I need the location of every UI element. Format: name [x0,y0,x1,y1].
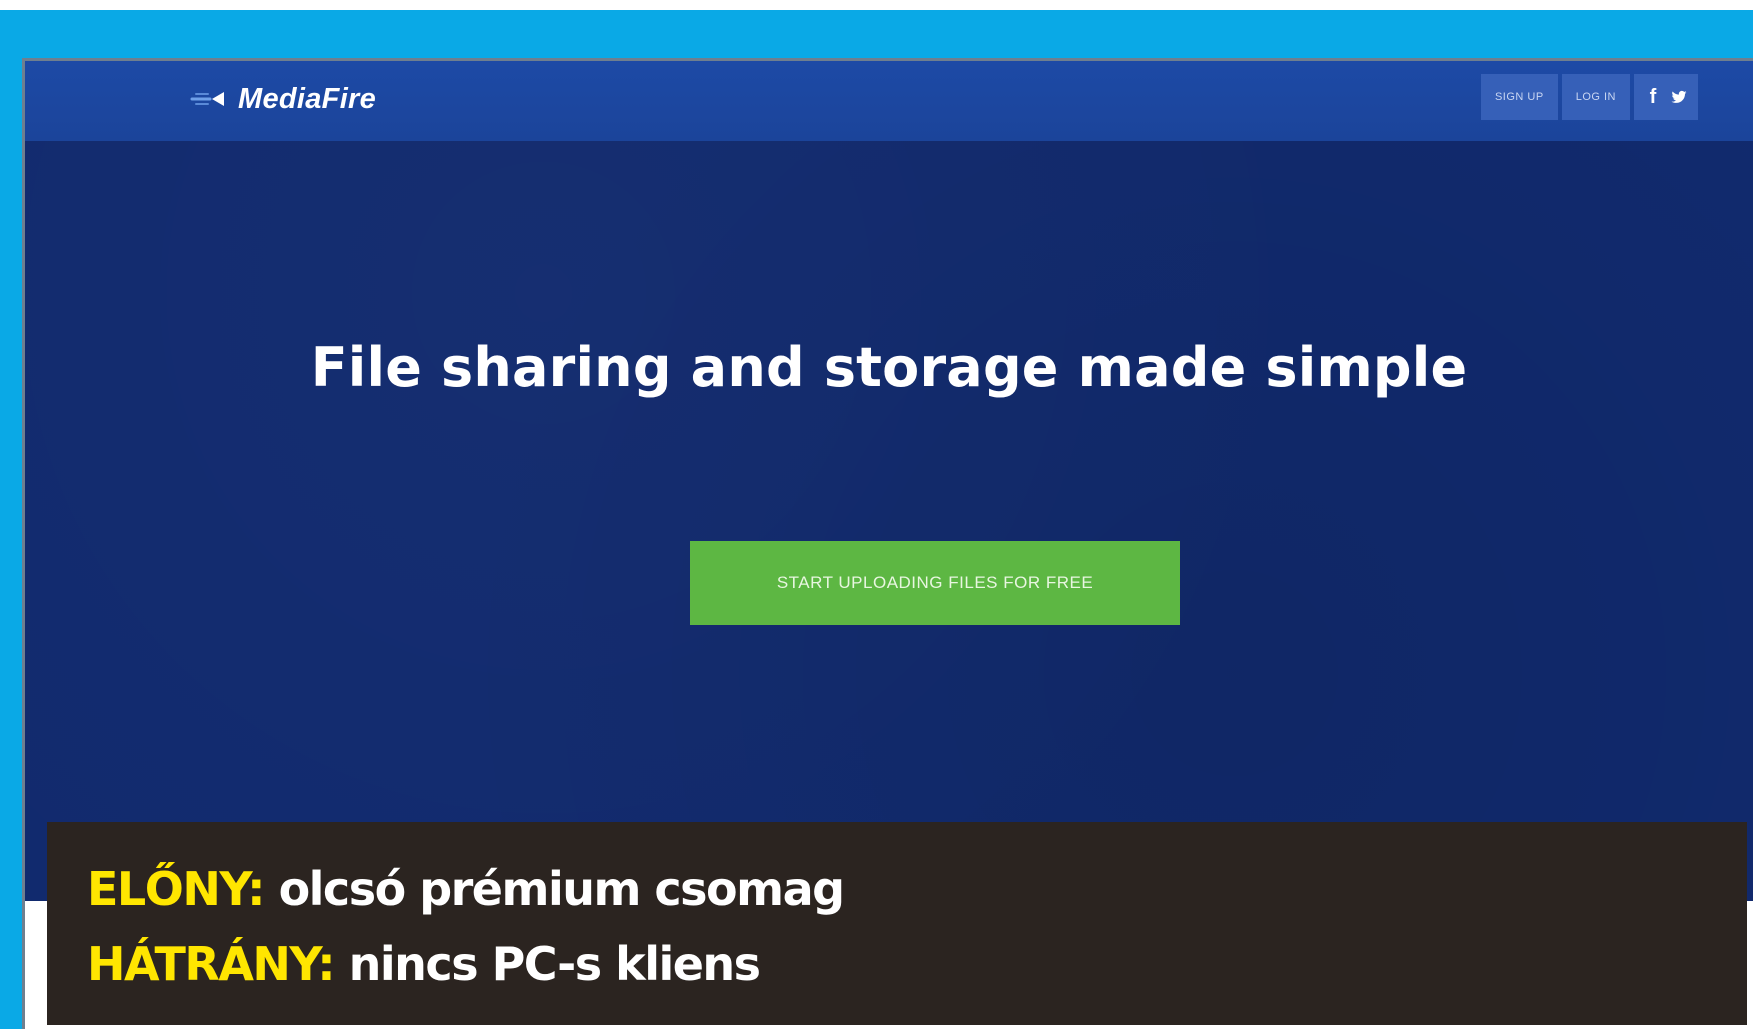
mediafire-logo-icon [190,92,224,106]
logo[interactable]: MediaFire [190,79,376,119]
start-uploading-button[interactable]: START UPLOADING FILES FOR FREE [690,541,1180,625]
caption-con-value: nincs PC-s kliens [348,937,761,991]
caption-con-key: HÁTRÁNY: [87,937,336,991]
caption-overlay: ELŐNY: olcsó prémium csomag HÁTRÁNY: nin… [47,822,1747,1025]
caption-pro-key: ELŐNY: [87,862,266,916]
twitter-icon[interactable] [1670,88,1688,106]
signup-button[interactable]: SIGN UP [1480,74,1558,120]
caption-pro-value: olcsó prémium csomag [278,862,846,916]
hero-title: File sharing and storage made simple [310,336,1468,399]
logo-text: MediaFire [238,82,377,115]
login-button[interactable]: LOG IN [1561,74,1630,120]
facebook-icon[interactable]: f [1644,86,1662,108]
nav-right: SIGN UP LOG IN f [1480,74,1698,120]
caption-con-line: HÁTRÁNY: nincs PC-s kliens [87,937,761,991]
hero-section: File sharing and storage made simple STA… [25,141,1753,901]
frame-left-band [0,10,22,1029]
frame-top-band [0,10,1753,58]
navbar: MediaFire SIGN UP LOG IN f [25,61,1753,141]
caption-pro-line: ELŐNY: olcsó prémium csomag [87,862,846,916]
social-links: f [1634,74,1698,120]
